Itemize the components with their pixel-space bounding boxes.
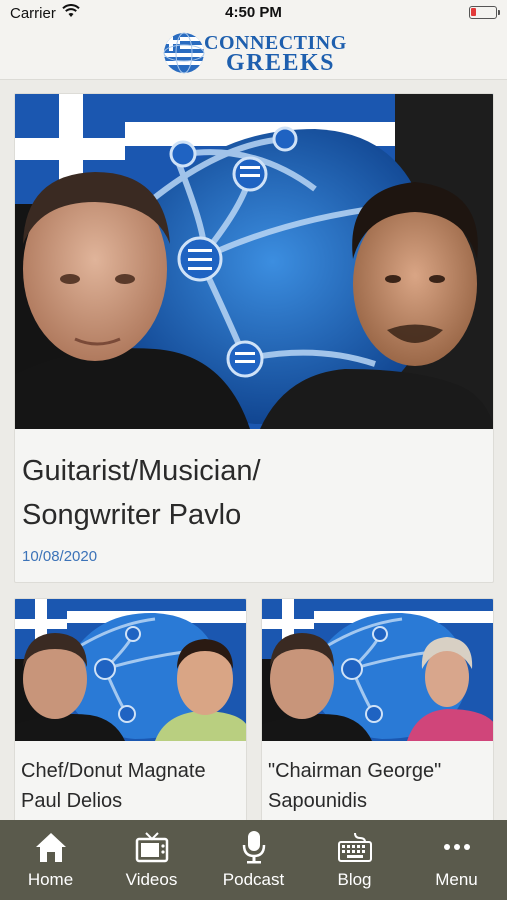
clock: 4:50 PM <box>225 4 282 21</box>
tab-home-label: Home <box>27 870 74 889</box>
featured-article-date: 10/08/2020 <box>22 548 98 565</box>
article-thumbnail[interactable] <box>15 599 246 741</box>
connecting-greeks-logo[interactable]: CONNECTING GREEKS <box>162 30 348 76</box>
featured-title-line-2: Songwriter Pavlo <box>22 499 242 531</box>
greek-flag-globe-icon <box>163 32 205 74</box>
article-title-line-2: Paul Delios <box>21 790 123 812</box>
logo-text-greeks: GREEKS <box>226 50 336 76</box>
article-thumbnail[interactable] <box>262 599 493 741</box>
battery-icon <box>469 6 500 19</box>
tab-podcast[interactable]: Podcast <box>203 820 304 900</box>
featured-article-card[interactable]: Guitarist/Musician/ Songwriter Pavlo 10/… <box>14 93 494 583</box>
tab-blog[interactable]: Blog <box>304 820 405 900</box>
tab-home[interactable]: Home <box>0 820 101 900</box>
featured-title-line-1: Guitarist/Musician/ <box>22 455 261 487</box>
article-card[interactable]: "Chairman George" Sapounidis <box>261 598 494 820</box>
article-title-line-1: "Chairman George" <box>268 760 442 782</box>
article-title-line-1: Chef/Donut Magnate <box>21 760 206 782</box>
article-title-line-2: Sapounidis <box>268 790 367 812</box>
tab-menu[interactable]: Menu <box>406 820 507 900</box>
tab-videos[interactable]: Videos <box>101 820 202 900</box>
tab-menu-label: Menu <box>435 870 478 889</box>
home-icon <box>36 833 66 862</box>
app-header: CONNECTING GREEKS <box>0 28 507 80</box>
article-title[interactable]: Chef/Donut Magnate Paul Delios <box>21 756 243 816</box>
status-bar: Carrier 4:50 PM <box>0 0 507 28</box>
article-title[interactable]: "Chairman George" Sapounidis <box>268 756 490 816</box>
tab-videos-label: Videos <box>125 870 178 889</box>
keyboard-icon <box>338 832 372 862</box>
tab-podcast-label: Podcast <box>222 870 285 889</box>
tv-icon <box>135 832 169 863</box>
article-card[interactable]: Chef/Donut Magnate Paul Delios <box>14 598 247 820</box>
featured-article-title[interactable]: Guitarist/Musician/ Songwriter Pavlo <box>22 449 462 537</box>
featured-article-thumbnail[interactable] <box>15 94 493 429</box>
more-dots-icon <box>444 844 470 850</box>
article-feed[interactable]: Guitarist/Musician/ Songwriter Pavlo 10/… <box>0 80 507 820</box>
tab-blog-label: Blog <box>337 870 372 889</box>
microphone-icon <box>242 831 266 864</box>
bottom-tab-bar: Home Videos Podcast Blog Menu <box>0 820 507 900</box>
